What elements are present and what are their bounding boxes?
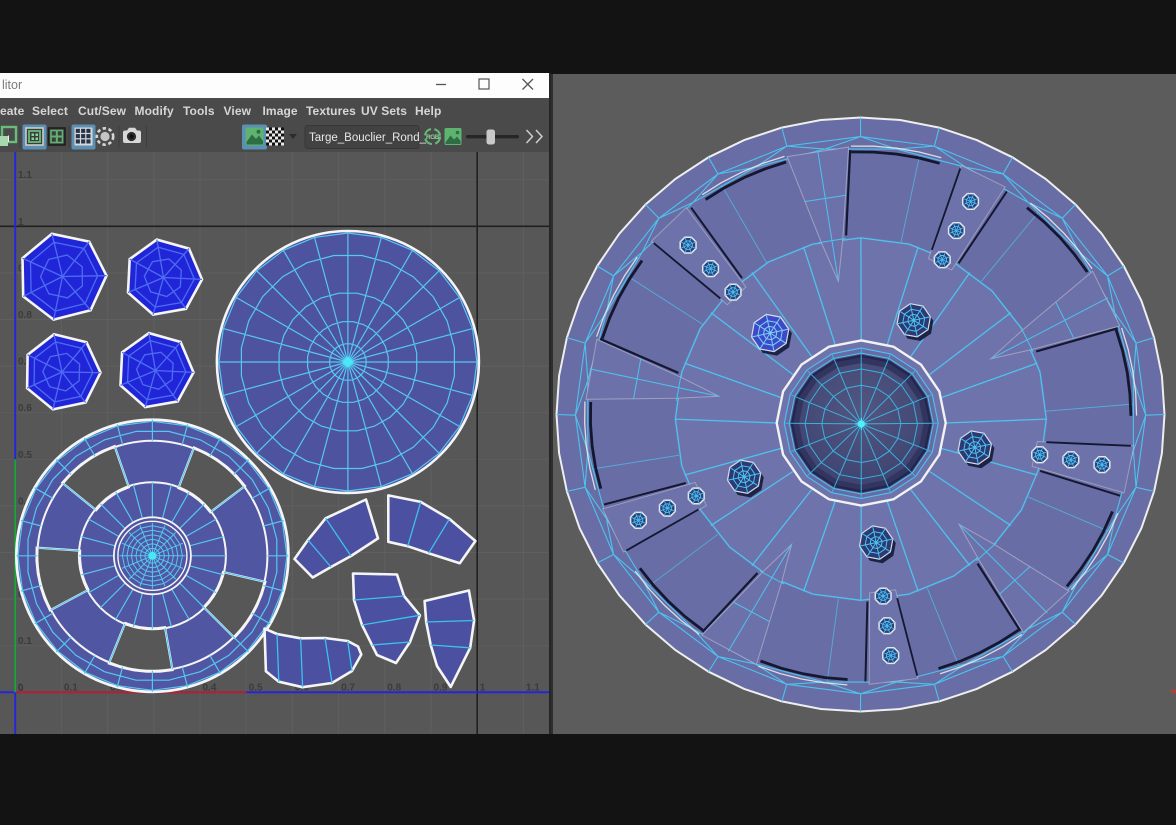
svg-text:RGB: RGB [426,134,440,141]
svg-text:1: 1 [18,217,24,228]
svg-text:0.6: 0.6 [18,403,32,414]
svg-text:0.1: 0.1 [18,636,32,647]
svg-text:0.5: 0.5 [18,450,32,461]
svg-text:1.1: 1.1 [18,170,32,181]
svg-text:0.8: 0.8 [18,310,32,321]
svg-text:Targe_Bouclier_Rond_: Targe_Bouclier_Rond_ [309,132,427,144]
